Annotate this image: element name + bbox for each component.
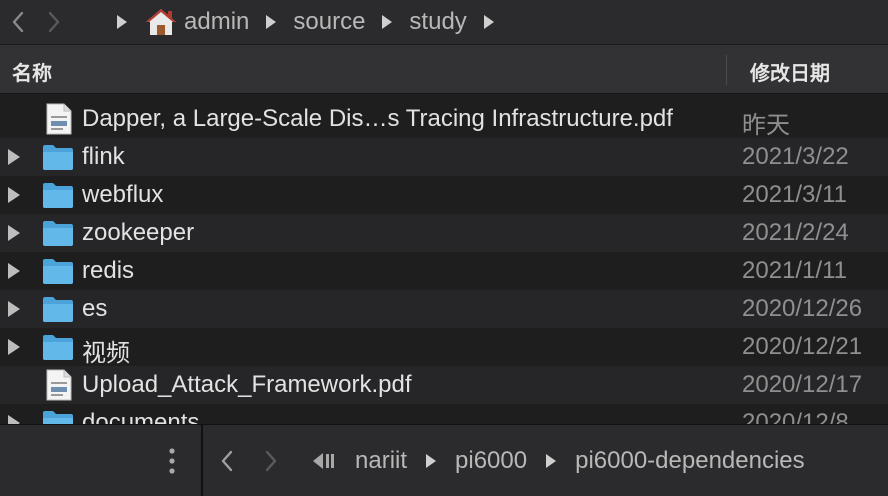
disclosure-triangle-icon[interactable] xyxy=(6,262,22,280)
file-name: flink xyxy=(82,143,125,170)
file-date: 2020/12/26 xyxy=(742,295,863,322)
disclosure-triangle-icon[interactable] xyxy=(6,148,22,166)
file-name: Upload_Attack_Framework.pdf xyxy=(82,371,412,398)
bottom-bar: nariit pi6000 pi6000-dependencies xyxy=(0,424,888,496)
list-item[interactable]: flink 2021/3/22 xyxy=(0,138,888,176)
list-item[interactable]: Dapper, a Large-Scale Dis…s Tracing Infr… xyxy=(0,100,888,139)
pdf-file-icon xyxy=(46,369,72,401)
folder-icon xyxy=(43,297,73,322)
back-button[interactable] xyxy=(0,7,36,37)
column-divider[interactable] xyxy=(726,55,727,85)
disclosure-triangle-icon[interactable] xyxy=(6,338,22,356)
pdf-file-icon xyxy=(46,103,72,135)
folder-icon xyxy=(43,221,73,246)
more-options-icon[interactable] xyxy=(160,443,184,479)
column-name-header[interactable]: 名称 xyxy=(12,57,52,86)
file-list: Dapper, a Large-Scale Dis…s Tracing Infr… xyxy=(0,100,888,424)
folder-icon xyxy=(43,183,73,208)
file-name: documents xyxy=(82,409,200,424)
list-item[interactable]: 视频 2020/12/21 xyxy=(0,328,888,367)
path-separator-icon xyxy=(426,454,437,468)
file-name: es xyxy=(82,295,108,322)
crumb-label: admin xyxy=(184,8,250,35)
truncated-path-icon[interactable] xyxy=(313,453,337,469)
list-item[interactable]: es 2020/12/26 xyxy=(0,290,888,328)
folder-icon xyxy=(43,145,73,170)
crumb-admin[interactable]: admin xyxy=(144,7,249,37)
file-date: 2021/1/11 xyxy=(742,257,847,284)
list-item[interactable]: Upload_Attack_Framework.pdf 2020/12/17 xyxy=(0,366,888,404)
file-name: webflux xyxy=(82,181,164,208)
file-date: 2021/3/22 xyxy=(742,143,849,170)
path-separator-icon xyxy=(546,454,557,468)
disclosure-triangle-icon[interactable] xyxy=(6,300,22,318)
chevron-right-icon xyxy=(48,11,60,33)
folder-icon xyxy=(43,259,73,284)
file-date: 2020/12/17 xyxy=(742,371,863,398)
file-name: redis xyxy=(82,257,135,284)
file-name: zookeeper xyxy=(82,219,195,246)
file-date: 昨天 xyxy=(742,112,790,139)
chevron-left-icon xyxy=(221,450,233,472)
folder-icon xyxy=(43,335,73,360)
crumb-source[interactable]: source xyxy=(293,8,365,36)
crumb-pi6000-dependencies[interactable]: pi6000-dependencies xyxy=(575,447,805,475)
path-separator-icon xyxy=(382,15,393,29)
folder-icon xyxy=(43,411,73,424)
back-button[interactable] xyxy=(205,446,249,476)
chevron-left-icon xyxy=(12,11,24,33)
disclosure-triangle-icon[interactable] xyxy=(6,224,22,242)
column-header: 名称 修改日期 xyxy=(0,44,888,94)
file-date: 2020/12/21 xyxy=(742,333,863,360)
path-bar: admin source study xyxy=(0,0,888,44)
forward-button[interactable] xyxy=(36,7,72,37)
list-item[interactable]: documents 2020/12/8 xyxy=(0,404,888,424)
bottom-left-pane xyxy=(0,425,203,496)
chevron-right-icon xyxy=(265,450,277,472)
file-date: 2021/2/24 xyxy=(742,219,849,246)
home-icon xyxy=(146,9,176,35)
path-separator-icon xyxy=(483,15,494,29)
crumb-nariit[interactable]: nariit xyxy=(355,447,407,475)
disclosure-triangle-icon[interactable] xyxy=(6,414,22,424)
column-date-header[interactable]: 修改日期 xyxy=(750,57,830,86)
file-name: 视频 xyxy=(82,340,130,367)
forward-button[interactable] xyxy=(249,446,293,476)
file-name: Dapper, a Large-Scale Dis…s Tracing Infr… xyxy=(82,105,673,132)
path-separator-icon xyxy=(117,15,127,29)
bottom-path-bar: nariit pi6000 pi6000-dependencies xyxy=(205,425,888,496)
list-item[interactable]: webflux 2021/3/11 xyxy=(0,176,888,214)
file-date: 2021/3/11 xyxy=(742,181,847,208)
path-separator-icon xyxy=(266,15,277,29)
disclosure-triangle-icon[interactable] xyxy=(6,186,22,204)
crumb-pi6000[interactable]: pi6000 xyxy=(455,447,527,475)
list-item[interactable]: redis 2021/1/11 xyxy=(0,252,888,290)
crumb-study[interactable]: study xyxy=(409,8,466,36)
file-date: 2020/12/8 xyxy=(742,409,849,424)
list-item[interactable]: zookeeper 2021/2/24 xyxy=(0,214,888,252)
